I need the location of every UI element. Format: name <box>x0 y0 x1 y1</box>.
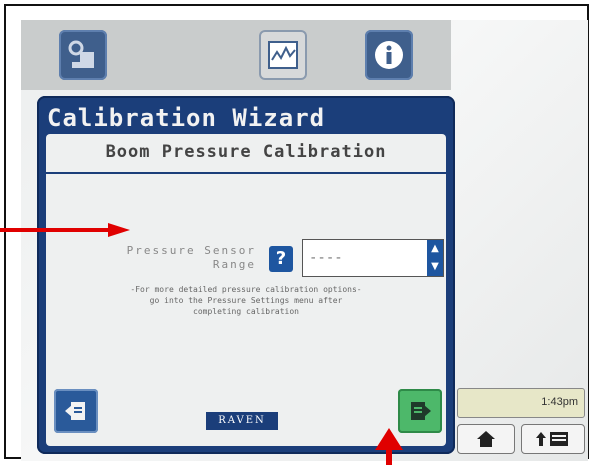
machine-settings-button[interactable] <box>59 30 107 80</box>
clock-display: 1:43pm <box>457 388 585 418</box>
info-button[interactable] <box>365 30 413 80</box>
note-line: completing calibration <box>193 307 299 316</box>
sensor-range-field[interactable]: ---- ▲ ▼ <box>302 239 444 277</box>
home-button[interactable] <box>457 424 515 454</box>
device-screen: Calibration Wizard Boom Pressure Calibra… <box>21 20 588 461</box>
clock-time: 1:43pm <box>541 396 578 408</box>
note-line: -For more detailed pressure calibration … <box>130 285 362 294</box>
annotation-arrow-right <box>0 223 130 237</box>
increment-button[interactable]: ▲ <box>427 240 443 258</box>
calibration-note: -For more detailed pressure calibration … <box>66 284 426 317</box>
back-arrow-icon <box>65 402 85 420</box>
home-icon <box>477 431 495 447</box>
chart-icon <box>268 41 298 69</box>
wizard-title: Calibration Wizard <box>47 104 326 132</box>
sensor-range-value: ---- <box>309 250 343 266</box>
sensor-range-label-line1: Pressure Sensor <box>126 244 256 257</box>
chart-button[interactable] <box>259 30 307 80</box>
menu-button[interactable] <box>521 424 585 454</box>
calibration-wizard-dialog: Calibration Wizard Boom Pressure Calibra… <box>37 96 455 454</box>
divider <box>46 172 446 174</box>
info-icon <box>375 41 403 69</box>
back-button[interactable] <box>54 389 98 433</box>
menu-icon <box>536 432 568 446</box>
wizard-body: Boom Pressure Calibration Pressure Senso… <box>46 134 446 446</box>
sensor-range-label-line2: Range <box>212 258 256 271</box>
top-toolbar <box>21 20 451 90</box>
machine-settings-icon <box>68 40 94 68</box>
raven-logo: RAVEN <box>206 412 278 430</box>
sensor-range-label: Pressure Sensor Range <box>66 244 256 272</box>
wizard-subtitle: Boom Pressure Calibration <box>105 142 387 162</box>
note-line: go into the Pressure Settings menu after <box>149 296 343 305</box>
annotation-arrow-up <box>375 428 403 465</box>
next-button[interactable] <box>398 389 442 433</box>
help-button[interactable]: ? <box>269 246 293 272</box>
next-arrow-icon <box>411 402 431 420</box>
decrement-button[interactable]: ▼ <box>427 258 443 276</box>
